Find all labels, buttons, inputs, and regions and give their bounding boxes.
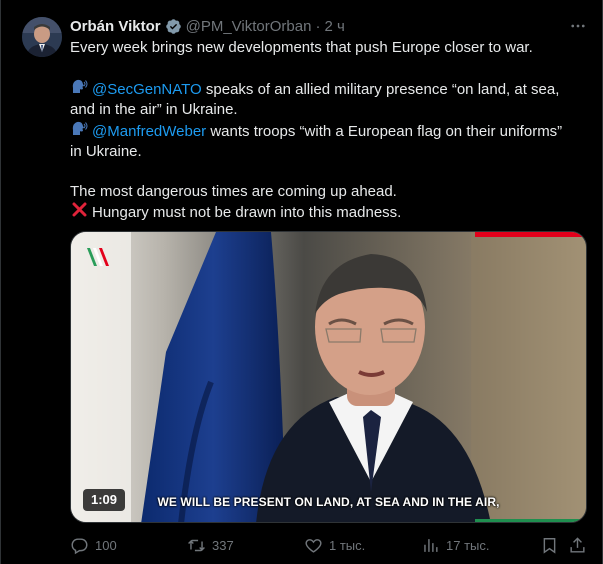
tweet-text-span: speaks of an allied military presence “o…: [201, 81, 560, 98]
tweet-line: in Ukraine.: [70, 143, 142, 160]
tweet-line: Hungary must not be drawn into this madn…: [70, 202, 595, 223]
repost-icon: [188, 539, 205, 551]
share-button[interactable]: [568, 534, 593, 556]
repost-button[interactable]: 337: [187, 534, 234, 556]
tweet-timestamp[interactable]: 2 ч: [324, 18, 344, 35]
tweet-line: and in the air” in Ukraine.: [70, 101, 238, 118]
channel-logo-icon: [85, 246, 109, 268]
mention-secgennato[interactable]: @SecGenNATO: [92, 81, 202, 98]
mention-manfredweber[interactable]: @ManfredWeber: [92, 123, 206, 140]
tweet-line: @ManfredWeber wants troops “with a Europ…: [70, 120, 595, 142]
bookmark-button[interactable]: [540, 534, 565, 556]
repost-count: 337: [212, 537, 234, 553]
tweet-line: Every week brings new developments that …: [70, 39, 533, 56]
video-bottom-accent: [475, 519, 586, 522]
more-icon[interactable]: [567, 15, 589, 37]
video-top-accent: [475, 232, 586, 237]
tweet-text: Every week brings new developments that …: [70, 38, 595, 223]
author-handle[interactable]: @PM_ViktorOrban: [186, 18, 312, 35]
reply-button[interactable]: 100: [70, 534, 117, 556]
video-player[interactable]: 1:09 WE WILL BE PRESENT ON LAND, AT SEA …: [70, 231, 587, 523]
tweet-header: Orbán Viktor @PM_ViktorOrban · 2 ч: [70, 15, 345, 37]
author-name[interactable]: Orbán Viktor: [70, 18, 161, 35]
reply-icon: [71, 537, 88, 554]
tweet-text-span: Hungary must not be drawn into this madn…: [92, 204, 402, 221]
header-separator: ·: [315, 17, 321, 35]
tweet-text-span: wants troops “with a European flag on th…: [206, 123, 563, 140]
tweet-container[interactable]: Orbán Viktor @PM_ViktorOrban · 2 ч Every…: [0, 0, 603, 564]
views-count: 17 тыс.: [446, 537, 490, 553]
heart-icon: [305, 538, 322, 553]
views-button[interactable]: 17 тыс.: [421, 534, 489, 556]
speaking-head-emoji: [70, 120, 88, 142]
bookmark-icon: [543, 537, 556, 554]
tweet-line: The most dangerous times are coming up a…: [70, 183, 397, 200]
share-icon: [570, 536, 585, 553]
video-frame: [71, 232, 586, 522]
like-count: 1 тыс.: [329, 537, 366, 553]
reply-count: 100: [95, 537, 117, 553]
cross-mark-emoji: [70, 202, 88, 223]
like-button[interactable]: 1 тыс.: [304, 534, 365, 556]
author-avatar[interactable]: [22, 17, 62, 57]
tweet-line: @SecGenNATO speaks of an allied military…: [70, 78, 595, 100]
views-chart-icon: [424, 538, 438, 552]
verified-badge-icon[interactable]: [165, 18, 182, 35]
video-subtitle: WE WILL BE PRESENT ON LAND, AT SEA AND I…: [157, 495, 500, 509]
tweet-actions: 100 337 1 тыс. 17 тыс.: [70, 534, 590, 556]
speaking-head-emoji: [70, 78, 88, 100]
